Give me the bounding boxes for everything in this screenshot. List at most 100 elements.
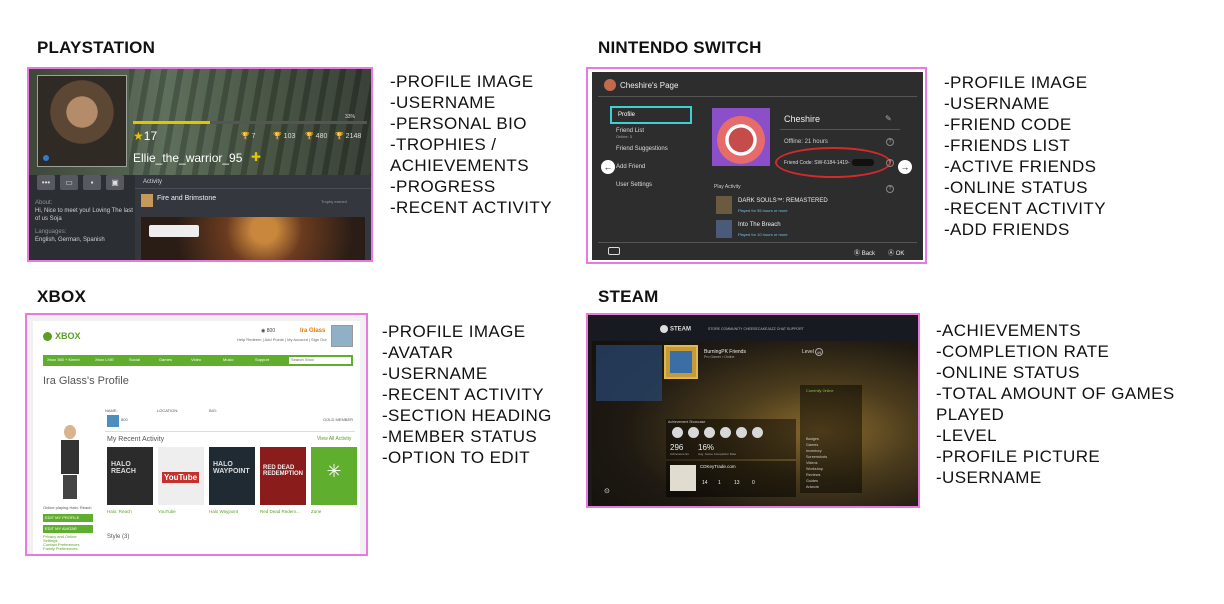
- sidebar-link[interactable]: Screenshots: [806, 455, 827, 459]
- nav-item[interactable]: Xbox LIVE: [95, 357, 114, 362]
- nav-item[interactable]: Video: [191, 357, 201, 362]
- activity-tile[interactable]: HALO REACH: [107, 447, 153, 505]
- featured-friend-card[interactable]: [596, 345, 662, 401]
- platinum-count: 7: [251, 133, 256, 140]
- feature-item: ACHIEVEMENTS: [390, 156, 529, 175]
- game-thumbnail[interactable]: [716, 220, 732, 238]
- location-label: LOCATION:: [157, 408, 179, 413]
- activity-screenshot[interactable]: [141, 217, 365, 260]
- nav-item[interactable]: Social: [129, 357, 140, 362]
- menu-item-friend-list[interactable]: Friend List Online: 3: [610, 124, 692, 142]
- recent-activity-heading: My Recent Activity: [107, 436, 165, 443]
- profile-image[interactable]: [331, 325, 353, 347]
- edit-pencil-icon[interactable]: ✎: [885, 114, 892, 123]
- trophy-icon: 🏆: [241, 133, 250, 140]
- sidebar-link[interactable]: Inventory: [806, 449, 822, 453]
- xbox-logo[interactable]: XBOX: [43, 331, 81, 342]
- achievement-icon[interactable]: [688, 427, 699, 438]
- achievement-icon[interactable]: [672, 427, 683, 438]
- activity-tile[interactable]: HALO WAYPOINT: [209, 447, 255, 505]
- ok-button[interactable]: Ⓐ OK: [888, 248, 904, 257]
- tile-label[interactable]: Red Dead Redem...: [260, 509, 300, 514]
- achievement-icon[interactable]: [704, 427, 715, 438]
- sidebar-link[interactable]: Artwork: [806, 485, 819, 489]
- achievement-icon[interactable]: [736, 427, 747, 438]
- gamertag[interactable]: Ira Glass: [300, 328, 325, 334]
- achievement-icon[interactable]: [720, 427, 731, 438]
- menu-item-friend-suggestions[interactable]: Friend Suggestions: [610, 142, 692, 160]
- steam-nav[interactable]: STORE COMMUNITY CHEESECAKEJAZZ CHAT SUPP…: [708, 327, 804, 331]
- tile-label[interactable]: Zune: [311, 509, 321, 514]
- activity-tile[interactable]: YouTube: [158, 447, 204, 505]
- level-badge: 49: [815, 348, 823, 356]
- profile-image[interactable]: [37, 75, 127, 167]
- game-controller-button[interactable]: ▭: [60, 175, 78, 190]
- game-thumbnail[interactable]: [141, 194, 153, 207]
- help-icon[interactable]: ?: [886, 159, 894, 167]
- view-all-activity-link[interactable]: View All Activity: [317, 436, 351, 442]
- arrow-right-icon[interactable]: →: [898, 160, 912, 174]
- share-button[interactable]: ▣: [106, 175, 124, 190]
- settings-link[interactable]: Family Preferences: [43, 547, 79, 551]
- sidebar-link[interactable]: Games: [806, 443, 818, 447]
- back-button[interactable]: Ⓑ Back: [854, 248, 875, 257]
- menu-item-profile[interactable]: Profile: [610, 106, 692, 124]
- activity-game-title[interactable]: Fire and Brimstone: [157, 195, 216, 202]
- steam-profile-screenshot: STEAM STORE COMMUNITY CHEESECAKEJAZZ CHA…: [586, 313, 920, 508]
- feature-item: -OPTION TO EDIT: [382, 448, 530, 467]
- ok-label: OK: [895, 251, 905, 257]
- more-options-button[interactable]: •••: [37, 175, 55, 190]
- edit-avatar-button[interactable]: EDIT MY AVATAR: [43, 525, 93, 533]
- nav-item[interactable]: Support: [255, 357, 269, 362]
- progress-percent: 33%: [345, 114, 356, 120]
- tile-label[interactable]: Halo: Reach: [107, 509, 132, 514]
- nav-item[interactable]: Games: [159, 357, 172, 362]
- activity-tile[interactable]: RED DEAD REDEMPTION: [260, 447, 306, 505]
- divider: [780, 129, 900, 130]
- help-icon[interactable]: ?: [886, 138, 894, 146]
- completion-rate: 16%: [698, 443, 715, 452]
- divider: [135, 188, 371, 189]
- profile-action-buttons: ••• ▭ ▪ ▣: [37, 175, 124, 190]
- game-thumbnail[interactable]: [716, 196, 732, 214]
- sidebar-link[interactable]: Videos: [806, 461, 818, 465]
- recent-activity-panel: Activity Fire and Brimstone Trophy earne…: [135, 175, 371, 260]
- feature-item: -USERNAME: [936, 468, 1042, 487]
- search-input[interactable]: Search Xbox: [289, 357, 351, 364]
- game-thumbnail[interactable]: [670, 465, 696, 491]
- activity-tile[interactable]: ✳: [311, 447, 357, 505]
- arrow-left-icon[interactable]: ←: [601, 160, 615, 174]
- tile-label[interactable]: Halo Waypoint: [209, 509, 238, 514]
- tile-label[interactable]: YouTube: [158, 509, 176, 514]
- trophy-level: ★17: [133, 129, 157, 143]
- nav-item[interactable]: Music: [223, 357, 233, 362]
- steam-logo[interactable]: STEAM: [660, 325, 691, 333]
- profile-picture[interactable]: [664, 345, 698, 379]
- message-button[interactable]: ▪: [83, 175, 101, 190]
- feature-item: -PROFILE IMAGE: [944, 73, 1088, 92]
- game-name[interactable]: Into The Breach: [738, 222, 781, 228]
- settings-links[interactable]: Privacy and Online Settings Contact Pref…: [43, 535, 79, 551]
- account-links[interactable]: Help Redeem | Add Points | My Account | …: [237, 337, 327, 342]
- logo-text: STEAM: [670, 326, 691, 333]
- sidebar-link[interactable]: Guides: [806, 479, 818, 483]
- edit-profile-button[interactable]: EDIT MY PROFILE: [43, 514, 93, 522]
- style-section[interactable]: Style (3): [107, 534, 129, 540]
- game-name[interactable]: DARK SOULS™: REMASTERED: [738, 198, 828, 204]
- play-activity-title: Play Activity: [714, 184, 741, 190]
- help-icon[interactable]: ?: [886, 185, 894, 193]
- nav-item[interactable]: Xbox 360 + Kinect: [47, 357, 80, 362]
- achievement-icon[interactable]: [752, 427, 763, 438]
- sidebar-status: Currently Online: [806, 389, 834, 393]
- screenshot-camera-icon[interactable]: ⊙: [604, 487, 610, 495]
- xbox-heading: XBOX: [37, 287, 86, 306]
- game-title[interactable]: CDKeyTrade.com: [700, 464, 736, 469]
- profile-image[interactable]: [712, 108, 770, 166]
- menu-item-add-friend[interactable]: Add Friend: [610, 160, 692, 178]
- logo-text: XBOX: [55, 331, 81, 341]
- sidebar-link[interactable]: Workshop: [806, 467, 823, 471]
- sidebar-link[interactable]: Badges: [806, 437, 819, 441]
- ps-plus-icon: ✚: [251, 150, 262, 164]
- menu-item-user-settings[interactable]: User Settings: [610, 178, 692, 196]
- sidebar-link[interactable]: Reviews: [806, 473, 820, 477]
